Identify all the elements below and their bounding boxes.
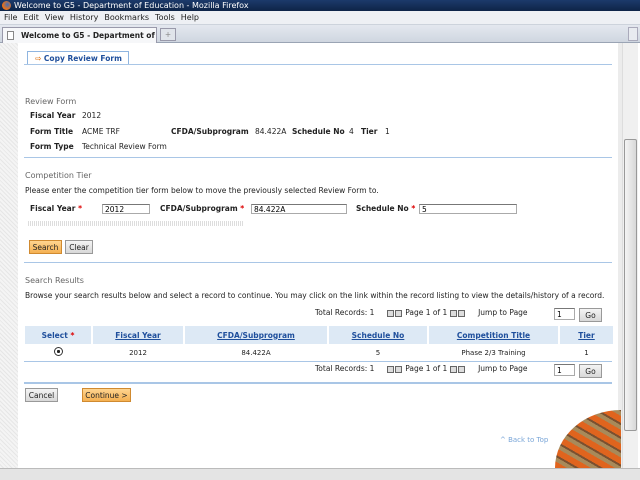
pager-bottom: Total Records: 1 Page 1 of 1 Jump to Pag… [315,364,528,373]
fiscal-year-input[interactable] [102,204,150,214]
progress-placeholder [28,221,244,226]
label: Tier [361,127,378,136]
label: Schedule No [292,127,345,136]
menu-tools[interactable]: Tools [155,13,175,22]
cell-schedule: 5 [375,348,381,357]
jump-label: Jump to Page [478,364,528,373]
section-heading: Competition Tier [25,171,92,180]
page-indicator: Page 1 of 1 [405,308,448,317]
sort-schedule-no[interactable]: Schedule No [352,331,405,340]
jump-label: Jump to Page [478,308,528,317]
select-radio[interactable] [53,347,63,356]
value: 4 [349,127,354,136]
tab-list-button[interactable] [628,27,638,41]
divider [24,157,612,158]
value: 84.422A [255,127,287,136]
table-header: Select * Fiscal Year CFDA/Subprogram Sch… [25,326,613,344]
cell-tier: 1 [584,348,589,357]
page-indicator: Page 1 of 1 [405,364,448,373]
tab-label: Copy Review Form [43,54,122,63]
value: Technical Review Form [82,142,167,151]
clear-button[interactable]: Clear [65,240,93,254]
prev-page-icon[interactable] [394,365,402,373]
prev-page-icon[interactable] [394,309,402,317]
first-page-icon[interactable] [386,365,394,373]
cancel-button[interactable]: Cancel [25,388,58,402]
window-title-bar: Welcome to G5 - Department of Education … [0,0,640,11]
total-records: Total Records: 1 [315,308,375,317]
arrow-icon: ⇨ [35,54,42,63]
column-select: Select * [25,326,91,344]
page-icon [7,31,14,40]
go-button[interactable]: Go [579,364,602,378]
menu-view[interactable]: View [45,13,64,22]
label: Form Type [30,142,74,151]
go-button[interactable]: Go [579,308,602,322]
horizontal-scrollbar[interactable] [0,468,640,480]
last-page-icon[interactable] [457,309,465,317]
scrollbar-thumb[interactable] [624,139,637,431]
sort-cfda[interactable]: CFDA/Subprogram [217,331,295,340]
menu-help[interactable]: Help [181,13,199,22]
firefox-icon [2,1,11,10]
required-marker: * [240,204,245,213]
page-margin [0,43,18,468]
total-records: Total Records: 1 [315,364,375,373]
schedule-no-input[interactable] [419,204,517,214]
divider [24,382,612,384]
jump-to-page-input[interactable] [554,364,575,376]
cfda-input[interactable] [251,204,347,214]
value: ACME TRF [82,127,120,136]
next-page-icon[interactable] [449,365,457,373]
sort-competition-title[interactable]: Competition Title [457,331,530,340]
cell-title: Phase 2/3 Training [461,348,526,357]
section-heading: Review Form [25,97,77,106]
jump-to-page-input[interactable] [554,308,575,320]
menu-history[interactable]: History [70,13,98,22]
cell-fiscal-year: 2012 [129,348,147,357]
label: CFDA/Subprogram [171,127,249,136]
required-marker: * [411,204,416,213]
section-heading: Search Results [25,276,84,285]
back-to-top-link[interactable]: ^ Back to Top [500,436,548,444]
pager-top: Total Records: 1 Page 1 of 1 Jump to Pag… [315,308,528,317]
label: Fiscal Year [30,111,76,120]
page-content: ⇨ Copy Review Form Review Form Fiscal Ye… [18,43,618,468]
label: CFDA/Subprogram [160,204,238,213]
window-title: Welcome to G5 - Department of Education … [14,1,249,10]
divider [24,262,612,263]
sort-fiscal-year[interactable]: Fiscal Year [115,331,160,340]
label: Schedule No [356,204,409,213]
value: 1 [385,127,390,136]
results-table: Select * Fiscal Year CFDA/Subprogram Sch… [23,326,615,361]
sort-tier[interactable]: Tier [578,331,594,340]
divider [24,361,612,362]
tab-bar: Welcome to G5 - Department of Edu... + [0,25,640,55]
value: 2012 [82,111,102,120]
last-page-icon[interactable] [457,365,465,373]
tab-copy-review-form[interactable]: ⇨ Copy Review Form [27,51,129,65]
instructions: Browse your search results below and sel… [25,291,605,300]
label: Fiscal Year [30,204,76,213]
continue-button[interactable]: Continue > [82,388,131,402]
label: Form Title [30,127,74,136]
table-row: 2012 84.422A 5 Phase 2/3 Training 1 [25,344,613,361]
browser-tab[interactable]: Welcome to G5 - Department of Edu... [2,27,157,55]
menu-bookmarks[interactable]: Bookmarks [104,13,149,22]
search-button[interactable]: Search [29,240,62,254]
next-page-icon[interactable] [449,309,457,317]
cell-cfda: 84.422A [241,348,271,357]
instructions: Please enter the competition tier form b… [25,186,379,195]
menu-file[interactable]: File [4,13,17,22]
first-page-icon[interactable] [386,309,394,317]
menu-edit[interactable]: Edit [23,13,39,22]
new-tab-button[interactable]: + [160,28,176,41]
divider [24,64,612,65]
required-marker: * [78,204,82,213]
menu-bar: File Edit View History Bookmarks Tools Help [0,11,640,25]
